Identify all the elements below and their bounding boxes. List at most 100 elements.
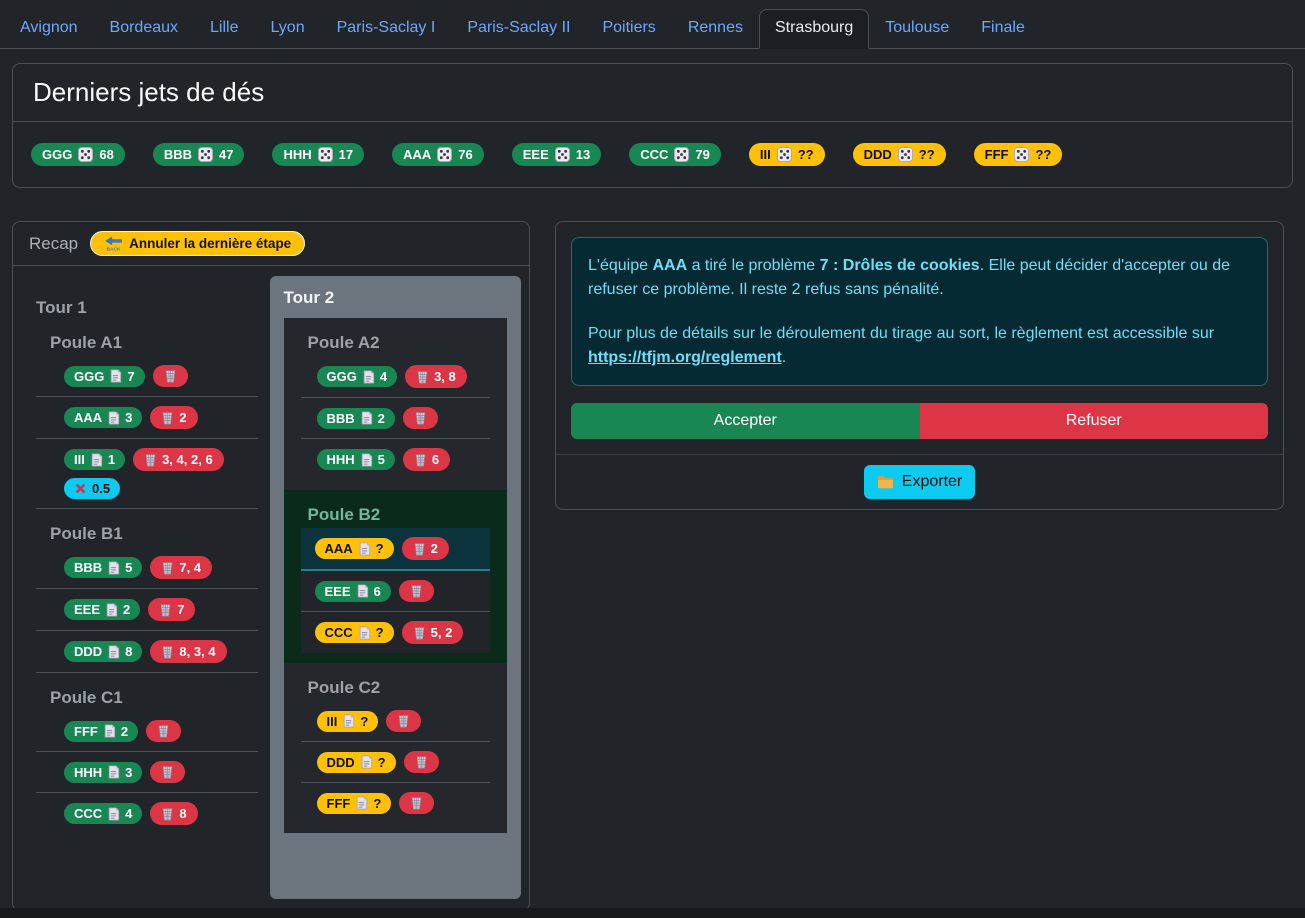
tab-avignon[interactable]: Avignon	[4, 9, 94, 49]
dice-icon	[555, 147, 570, 162]
team-problem-pill: III1	[64, 449, 125, 470]
trash-icon	[397, 714, 410, 728]
draw-info-alert: L'équipe AAA a tiré le problème 7 : Drôl…	[571, 237, 1268, 386]
problem-icon	[355, 796, 368, 810]
team-problem-pill: AAA?	[315, 538, 394, 559]
team-problem-pill: EEE6	[315, 581, 391, 602]
poule-b2-active: Poule B2 AAA? 2 E	[284, 490, 508, 663]
team-row: FFF?	[301, 783, 491, 823]
dice-panel-title: Derniers jets de dés	[33, 77, 1272, 108]
tab-toulouse[interactable]: Toulouse	[869, 9, 965, 49]
rejected-problems-pill: 2	[150, 406, 197, 429]
accept-button[interactable]: Accepter	[571, 403, 920, 439]
team-problem-pill: BBB2	[317, 408, 395, 429]
rules-info-text: Pour plus de détails sur le déroulement …	[588, 322, 1251, 369]
problem-icon	[362, 370, 375, 384]
rejected-problems-pill: 7, 4	[150, 556, 212, 579]
trash-icon	[157, 724, 170, 738]
team-problem-pill: FFF?	[317, 793, 392, 814]
problem-icon	[109, 369, 122, 383]
poule-b1: Poule B1 BBB5 7, 4 EEE2 7	[36, 524, 258, 673]
rejected-problems-pill: 3, 8	[405, 365, 467, 388]
team-row: FFF2	[36, 711, 258, 752]
dice-roll-badge: CCC79	[629, 143, 721, 166]
poule-a2: Poule A2 GGG4 3, 8	[284, 318, 508, 490]
draw-action-panel: L'équipe AAA a tiré le problème 7 : Drôl…	[555, 221, 1284, 510]
team-row: BBB2	[301, 398, 491, 439]
undo-last-step-button[interactable]: Annuler la dernière étape	[90, 231, 305, 256]
dice-icon	[198, 147, 213, 162]
dice-icon	[318, 147, 333, 162]
rejected-problems-pill	[386, 710, 421, 732]
trash-icon	[144, 453, 157, 467]
team-problem-pill: AAA3	[64, 407, 142, 428]
dice-rolls-row: GGG68 BBB47 HHH17 AAA76 EEE13 CCC79 III?…	[13, 122, 1292, 187]
trash-icon	[410, 584, 423, 598]
team-problem-pill: DDD?	[317, 752, 396, 773]
team-problem-pill: DDD8	[64, 641, 142, 662]
tab-poitiers[interactable]: Poitiers	[586, 9, 671, 49]
rejected-problems-pill: 5, 2	[402, 621, 464, 644]
poule-c1-title: Poule C1	[50, 688, 258, 708]
tab-finale[interactable]: Finale	[965, 9, 1041, 49]
trash-icon	[414, 411, 427, 425]
tour-2-title: Tour 2	[284, 288, 508, 308]
team-problem-pill: CCC4	[64, 803, 142, 824]
trash-icon	[161, 645, 174, 659]
team-row: HHH5 6	[301, 439, 491, 480]
problem-icon	[360, 453, 373, 467]
problem-icon	[107, 645, 120, 659]
tour-2-current-box: Tour 2 Poule A2 GGG4 3, 8	[270, 276, 522, 899]
dice-roll-badge: AAA76	[392, 143, 484, 166]
problem-icon	[360, 411, 373, 425]
rejected-problems-pill: 7	[148, 598, 195, 621]
team-row: EEE6	[301, 571, 491, 612]
tab-strasbourg[interactable]: Strasbourg	[759, 9, 869, 49]
trash-icon	[410, 796, 423, 810]
trash-icon	[413, 626, 426, 640]
tab-paris-saclay-2[interactable]: Paris-Saclay II	[451, 9, 586, 49]
trash-icon	[415, 755, 428, 769]
rejected-problems-pill	[404, 751, 439, 773]
reglement-link[interactable]: https://tfjm.org/reglement	[588, 349, 782, 366]
refuse-button[interactable]: Refuser	[920, 403, 1269, 439]
tab-paris-saclay-1[interactable]: Paris-Saclay I	[321, 9, 452, 49]
rejected-problems-pill: 8, 3, 4	[150, 640, 226, 663]
tab-rennes[interactable]: Rennes	[672, 9, 759, 49]
draw-status-text: L'équipe AAA a tiré le problème 7 : Drôl…	[588, 254, 1251, 301]
dice-icon	[674, 147, 689, 162]
dice-roll-badge: GGG68	[31, 143, 125, 166]
city-tab-bar: Avignon Bordeaux Lille Lyon Paris-Saclay…	[0, 0, 1305, 49]
rejected-problems-pill	[146, 720, 181, 742]
team-row: CCC? 5, 2	[301, 612, 491, 653]
poule-a2-title: Poule A2	[308, 333, 504, 353]
rejected-problems-pill	[403, 407, 438, 429]
team-problem-pill: CCC?	[315, 622, 394, 643]
tab-lille[interactable]: Lille	[194, 9, 254, 49]
problem-icon	[356, 584, 369, 598]
dice-icon	[437, 147, 452, 162]
back-icon	[104, 236, 123, 251]
dice-roll-badge: EEE13	[512, 143, 601, 166]
problem-icon	[90, 453, 103, 467]
trash-icon	[161, 561, 174, 575]
tab-lyon[interactable]: Lyon	[255, 9, 321, 49]
poule-c2: Poule C2 III? DD	[284, 663, 508, 833]
export-button[interactable]: Exporter	[864, 465, 975, 499]
penalty-pill: 0.5	[64, 478, 120, 499]
trash-icon	[159, 603, 172, 617]
team-row: GGG7	[36, 356, 258, 397]
problem-icon	[107, 411, 120, 425]
trash-icon	[414, 453, 427, 467]
team-problem-pill: EEE2	[64, 599, 140, 620]
tour-1-column: Tour 1 Poule A1 GGG7 AAA3 2	[25, 276, 258, 899]
rejected-problems-pill	[150, 761, 185, 783]
poule-a1: Poule A1 GGG7 AAA3 2	[36, 333, 258, 509]
accept-refuse-group: Accepter Refuser	[571, 403, 1268, 439]
problem-icon	[358, 542, 371, 556]
dice-icon	[777, 147, 792, 162]
tab-bordeaux[interactable]: Bordeaux	[94, 9, 195, 49]
team-row: III1 3, 4, 2, 6 0.5	[36, 439, 258, 509]
team-row: HHH3	[36, 752, 258, 793]
cross-icon	[74, 482, 87, 495]
